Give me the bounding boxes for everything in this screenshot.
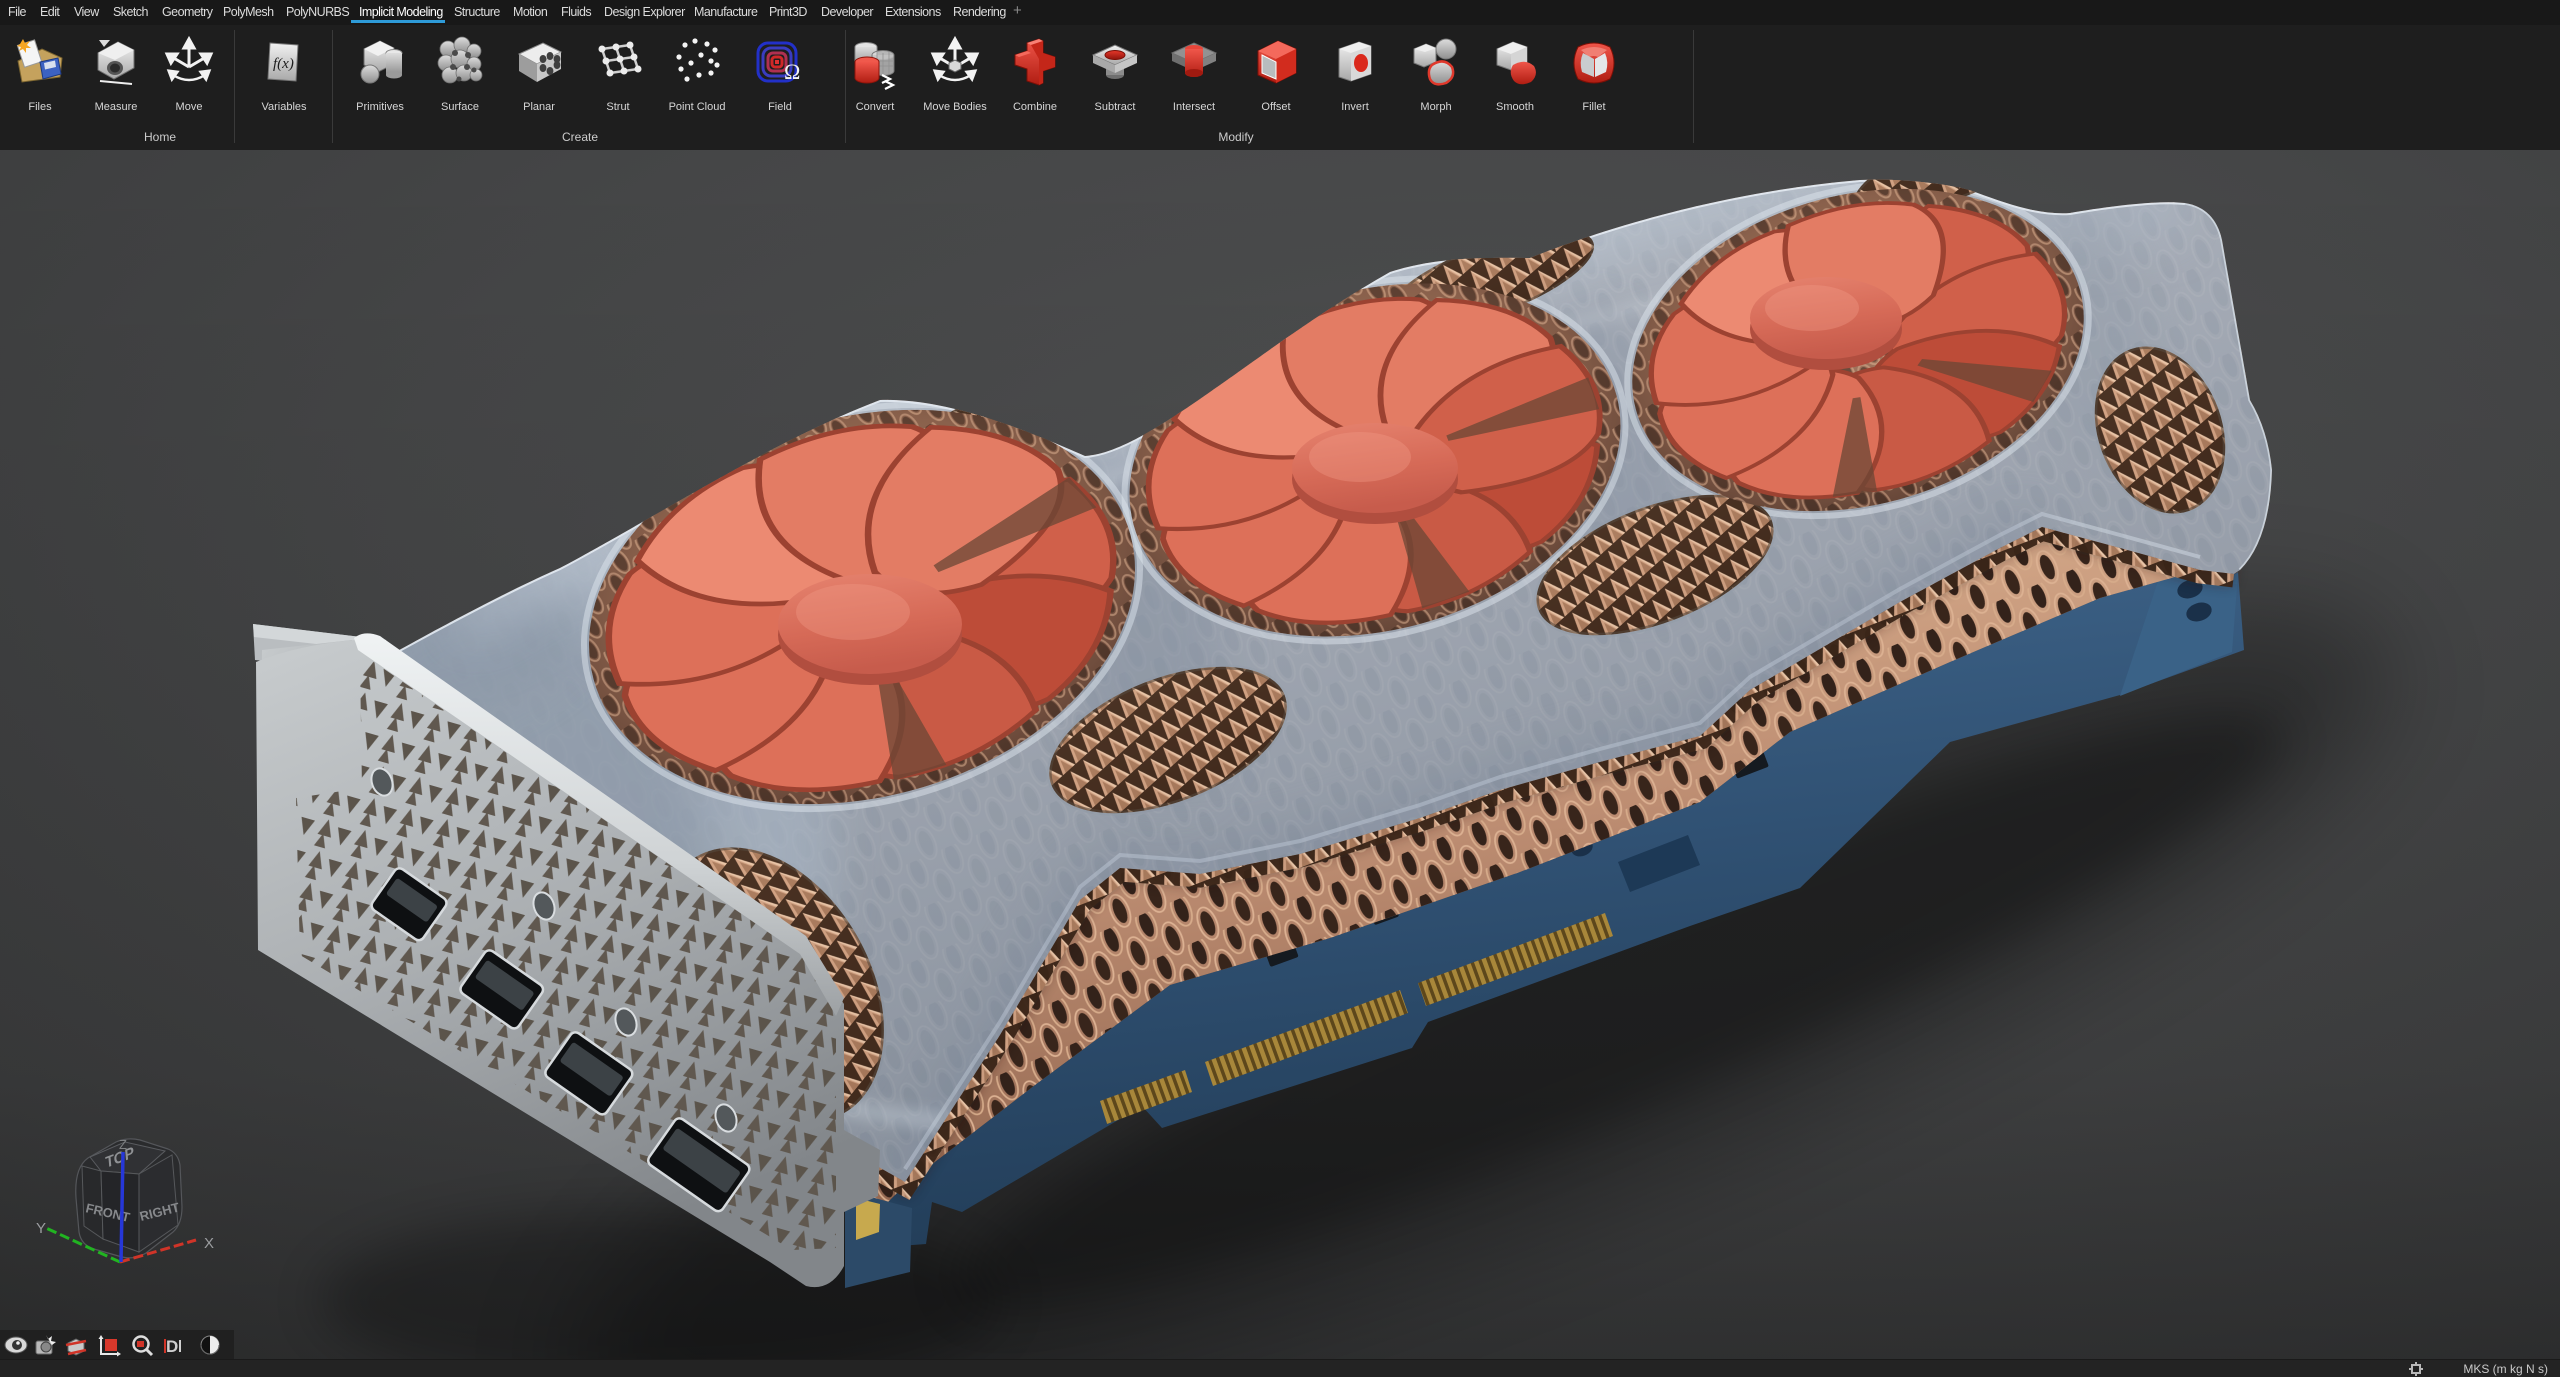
svg-text:Z: Z — [119, 1137, 127, 1152]
svg-text:Ω: Ω — [784, 59, 800, 84]
svg-text:X: X — [204, 1235, 214, 1252]
svg-text:D: D — [166, 1337, 178, 1356]
svg-text:Y: Y — [36, 1220, 46, 1237]
svg-text:f(x): f(x) — [273, 56, 294, 72]
